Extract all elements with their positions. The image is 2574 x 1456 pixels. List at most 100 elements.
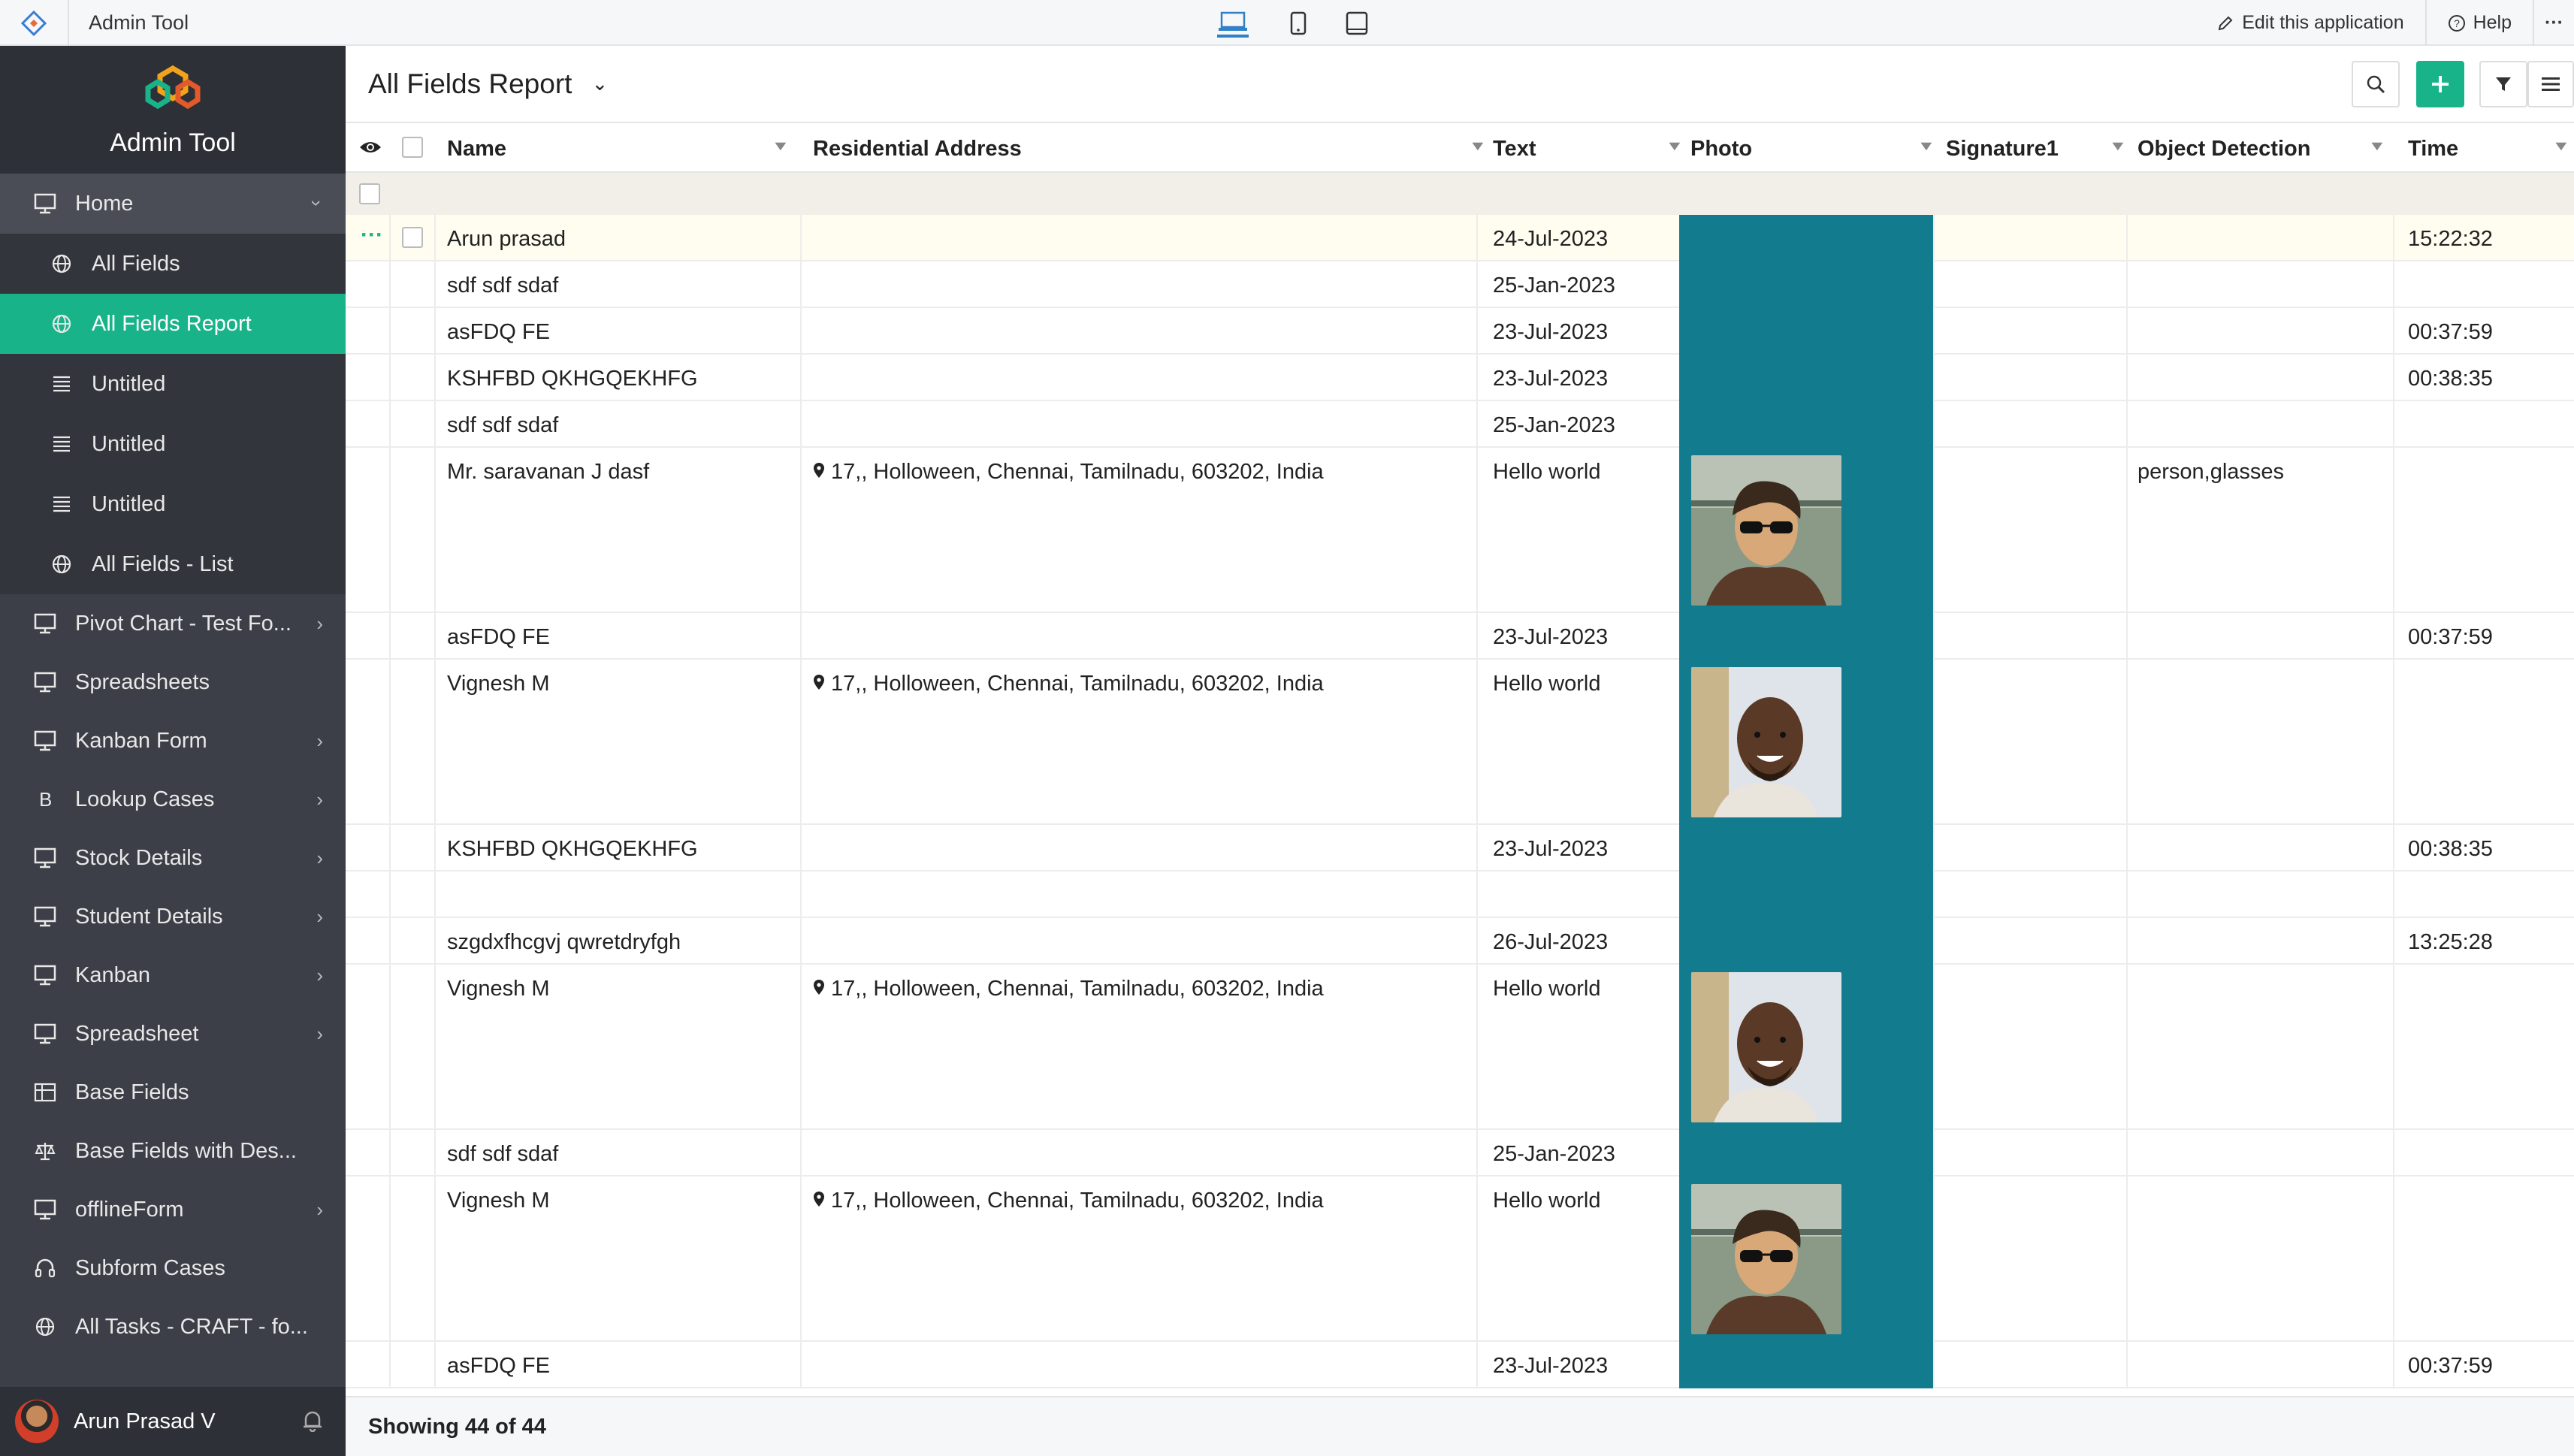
chevron-down-icon[interactable]: ⌄ <box>591 72 608 95</box>
table-row[interactable]: ··· Arun prasad 24-Jul-2023 15:22:32 <box>346 215 2574 261</box>
sidebar-subitem[interactable]: All Fields Report <box>0 294 346 354</box>
add-record-button[interactable] <box>2416 61 2464 107</box>
sort-caret-icon[interactable]: ▼ <box>2367 138 2386 154</box>
eye-icon[interactable] <box>359 138 382 156</box>
photo-cell[interactable] <box>1679 355 1933 401</box>
photo-cell[interactable] <box>1679 1177 1933 1342</box>
photo-cell[interactable] <box>1679 660 1933 825</box>
table-row[interactable]: sdf sdf sdaf 25-Jan-2023 <box>346 261 2574 308</box>
photo-cell[interactable] <box>1679 261 1933 308</box>
headset-icon <box>33 1256 57 1280</box>
column-header[interactable]: Signature1 <box>1946 137 2059 162</box>
column-header[interactable]: Photo <box>1690 137 1752 162</box>
filter-checkbox[interactable] <box>359 183 380 204</box>
search-button[interactable] <box>2352 61 2400 107</box>
sidebar-subitem[interactable]: All Fields <box>0 234 346 294</box>
list-icon <box>50 432 74 456</box>
table-row[interactable]: asFDQ FE 23-Jul-2023 00:37:59 <box>346 1342 2574 1388</box>
table-row[interactable]: Mr. saravanan J dasf 17,, Holloween, Chen… <box>346 448 2574 613</box>
sidebar-item[interactable]: B Lookup Cases › <box>0 770 346 829</box>
sidebar-item-label: offlineForm <box>75 1197 184 1222</box>
photo-cell[interactable] <box>1679 448 1933 613</box>
sidebar-item[interactable]: Spreadsheet › <box>0 1004 346 1063</box>
sidebar-item[interactable]: All Tasks - CRAFT - fo... <box>0 1297 346 1356</box>
photo-cell[interactable] <box>1679 1130 1933 1177</box>
sidebar-item[interactable]: offlineForm › <box>0 1180 346 1239</box>
menu-button[interactable] <box>2527 61 2574 107</box>
cell-address: 17,, Holloween, Chennai, Tamilnadu, 6032… <box>813 1189 1324 1213</box>
photo-thumbnail[interactable] <box>1691 972 1841 1122</box>
photo-thumbnail[interactable] <box>1691 667 1841 817</box>
table-row[interactable]: asFDQ FE 23-Jul-2023 00:37:59 <box>346 613 2574 660</box>
bell-icon[interactable] <box>302 1409 323 1432</box>
sort-caret-icon[interactable]: ▼ <box>2108 138 2127 154</box>
photo-cell[interactable] <box>1679 401 1933 448</box>
column-header[interactable]: Residential Address <box>813 137 1022 162</box>
tablet-view-icon[interactable] <box>1341 9 1373 38</box>
desktop-view-icon[interactable] <box>1217 9 1249 38</box>
photo-cell[interactable] <box>1679 965 1933 1130</box>
sidebar-item[interactable]: Base Fields <box>0 1063 346 1122</box>
map-pin-icon <box>814 675 824 690</box>
table-row[interactable] <box>346 871 2574 918</box>
sort-caret-icon[interactable]: ▼ <box>2551 138 2570 154</box>
sidebar-subitem[interactable]: Untitled <box>0 414 346 474</box>
column-header-label: Residential Address <box>813 137 1022 161</box>
cell-object-detection: person,glasses <box>2137 460 2285 484</box>
photo-thumbnail[interactable] <box>1691 455 1841 606</box>
sort-caret-icon[interactable]: ▼ <box>1468 138 1487 154</box>
table-row[interactable]: szgdxfhcgvj qwretdryfgh 26-Jul-2023 13:25:… <box>346 918 2574 965</box>
table-row[interactable]: Vignesh M 17,, Holloween, Chennai, Tamiln… <box>346 1177 2574 1342</box>
table-row[interactable]: KSHFBD QKHGQEKHFG 23-Jul-2023 00:38:35 <box>346 825 2574 871</box>
sidebar-item[interactable]: Kanban › <box>0 946 346 1004</box>
sidebar-subitem[interactable]: All Fields - List <box>0 534 346 594</box>
photo-cell[interactable] <box>1679 308 1933 355</box>
column-header[interactable]: Time <box>2408 137 2458 162</box>
sidebar-item[interactable]: Stock Details › <box>0 829 346 887</box>
photo-thumbnail[interactable] <box>1691 1184 1841 1334</box>
filter-button[interactable] <box>2479 61 2527 107</box>
table-row[interactable]: KSHFBD QKHGQEKHFG 23-Jul-2023 00:38:35 <box>346 355 2574 401</box>
row-checkbox[interactable] <box>402 227 423 248</box>
sidebar-item[interactable]: Subform Cases <box>0 1239 346 1297</box>
select-all-checkbox[interactable] <box>402 137 423 158</box>
user-profile[interactable]: Arun Prasad V <box>0 1387 346 1456</box>
sidebar-item[interactable]: Kanban Form › <box>0 711 346 770</box>
sidebar-item[interactable]: Base Fields with Des... <box>0 1122 346 1180</box>
sidebar-item[interactable]: Student Details › <box>0 887 346 946</box>
column-header[interactable]: Text <box>1493 137 1536 162</box>
more-menu-button[interactable]: ··· <box>2534 0 2574 46</box>
column-header[interactable]: Name <box>447 137 506 162</box>
photo-cell[interactable] <box>1679 215 1933 261</box>
sidebar-item[interactable]: Spreadsheets <box>0 653 346 711</box>
column-header[interactable]: Object Detection <box>2137 137 2310 162</box>
sort-caret-icon[interactable]: ▼ <box>1665 138 1684 154</box>
list-icon <box>50 492 74 516</box>
edit-app-button[interactable]: Edit this application <box>2195 0 2424 46</box>
sort-caret-icon[interactable]: ▼ <box>1917 138 1935 154</box>
sort-caret-icon[interactable]: ▼ <box>771 138 790 154</box>
cell-text: 26-Jul-2023 <box>1493 930 1609 954</box>
mobile-view-icon[interactable] <box>1282 9 1314 38</box>
sidebar-item-home[interactable]: Home › <box>0 174 346 234</box>
table-row[interactable]: asFDQ FE 23-Jul-2023 00:37:59 <box>346 308 2574 355</box>
photo-cell[interactable] <box>1679 871 1933 918</box>
cell-text: 23-Jul-2023 <box>1493 837 1609 861</box>
table-row[interactable]: Vignesh M 17,, Holloween, Chennai, Tamiln… <box>346 965 2574 1130</box>
help-button[interactable]: ? Help <box>2427 0 2533 46</box>
photo-cell[interactable] <box>1679 1342 1933 1388</box>
sidebar-items: Pivot Chart - Test Fo... › Spreadsheets Kan… <box>0 594 346 1356</box>
row-actions-icon[interactable]: ··· <box>361 222 383 248</box>
help-label: Help <box>2473 12 2512 33</box>
photo-cell[interactable] <box>1679 613 1933 660</box>
cell-name: Mr. saravanan J dasf <box>447 460 650 484</box>
table-row[interactable]: sdf sdf sdaf 25-Jan-2023 <box>346 1130 2574 1177</box>
photo-cell[interactable] <box>1679 918 1933 965</box>
sidebar-subitem[interactable]: Untitled <box>0 354 346 414</box>
app-switcher-icon[interactable] <box>21 11 47 36</box>
table-row[interactable]: Vignesh M 17,, Holloween, Chennai, Tamiln… <box>346 660 2574 825</box>
sidebar-subitem[interactable]: Untitled <box>0 474 346 534</box>
table-row[interactable]: sdf sdf sdaf 25-Jan-2023 <box>346 401 2574 448</box>
photo-cell[interactable] <box>1679 825 1933 871</box>
sidebar-item[interactable]: Pivot Chart - Test Fo... › <box>0 594 346 653</box>
